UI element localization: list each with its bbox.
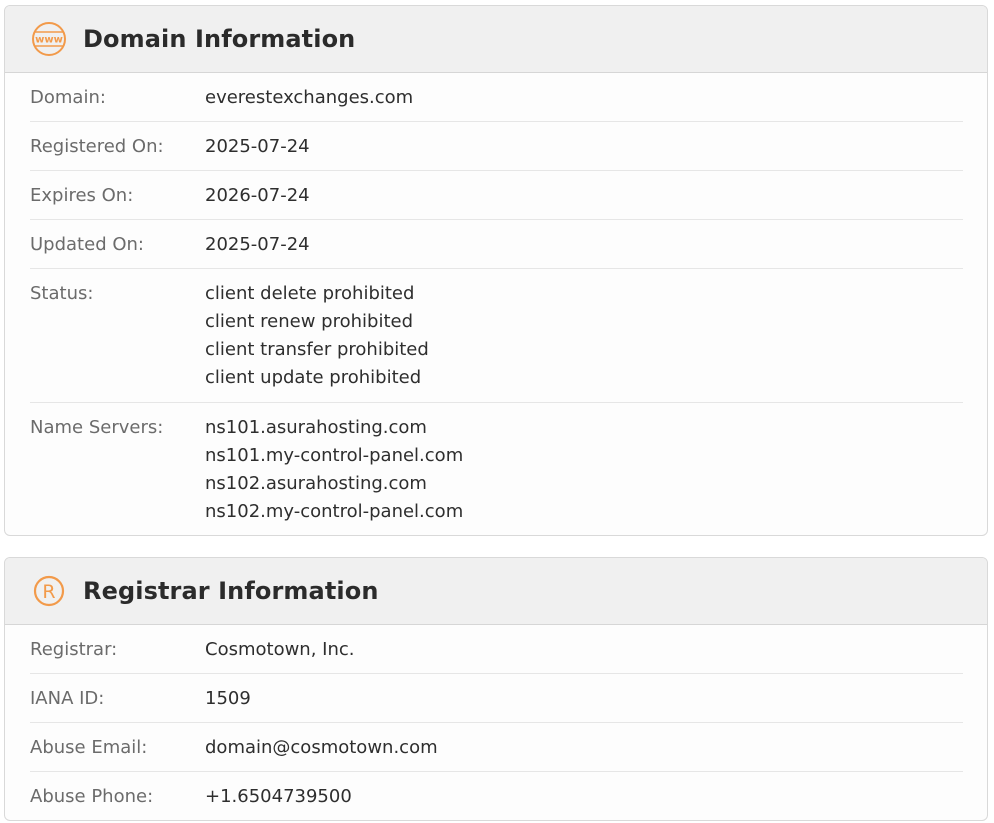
iana-id-row: IANA ID: 1509 [30, 674, 963, 723]
abuse-email-value: domain@cosmotown.com [205, 737, 438, 758]
updated-on-row: Updated On: 2025-07-24 [30, 220, 963, 269]
registrar-label: Registrar: [30, 639, 118, 660]
domain-information-header: www Domain Information [5, 6, 987, 73]
name-server-value: ns102.asurahosting.com [205, 473, 427, 494]
abuse-phone-value: +1.6504739500 [205, 786, 352, 807]
domain-value: everestexchanges.com [205, 87, 414, 108]
status-values: client delete prohibited client renew pr… [205, 280, 429, 402]
status-value: client renew prohibited [205, 311, 414, 332]
status-label: Status: [30, 283, 94, 304]
status-value: client delete prohibited [205, 283, 415, 304]
iana-id-label: IANA ID: [30, 688, 105, 709]
registered-trademark-icon-text: R [42, 581, 55, 603]
domain-information-title: Domain Information [83, 25, 356, 53]
abuse-email-row: Abuse Email: domain@cosmotown.com [30, 723, 963, 772]
registrar-information-header: R Registrar Information [5, 558, 987, 625]
www-icon: www [30, 20, 68, 58]
name-server-value: ns102.my-control-panel.com [205, 501, 464, 522]
status-value: client update prohibited [205, 367, 422, 388]
registered-trademark-icon: R [30, 572, 68, 610]
expires-on-row: Expires On: 2026-07-24 [30, 171, 963, 220]
domain-row: Domain: everestexchanges.com [30, 73, 963, 122]
status-row: Status: client delete prohibited client … [30, 269, 963, 403]
expires-on-label: Expires On: [30, 185, 134, 206]
abuse-email-label: Abuse Email: [30, 737, 148, 758]
name-server-value: ns101.asurahosting.com [205, 417, 427, 438]
abuse-phone-row: Abuse Phone: +1.6504739500 [30, 772, 963, 820]
registered-on-row: Registered On: 2025-07-24 [30, 122, 963, 171]
registrar-row: Registrar: Cosmotown, Inc. [30, 625, 963, 674]
domain-information-card: www Domain Information Domain: everestex… [4, 5, 988, 536]
registered-on-label: Registered On: [30, 136, 164, 157]
domain-label: Domain: [30, 87, 106, 108]
registrar-information-title: Registrar Information [83, 577, 379, 605]
registrar-information-card: R Registrar Information Registrar: Cosmo… [4, 557, 988, 821]
name-servers-row: Name Servers: ns101.asurahosting.com ns1… [30, 403, 963, 526]
expires-on-value: 2026-07-24 [205, 185, 310, 206]
abuse-phone-label: Abuse Phone: [30, 786, 154, 807]
updated-on-label: Updated On: [30, 234, 144, 255]
registrar-value: Cosmotown, Inc. [205, 639, 355, 660]
name-servers-label: Name Servers: [30, 417, 164, 438]
www-icon-text: www [35, 35, 63, 46]
updated-on-value: 2025-07-24 [205, 234, 310, 255]
registered-on-value: 2025-07-24 [205, 136, 310, 157]
status-value: client transfer prohibited [205, 339, 429, 360]
name-server-value: ns101.my-control-panel.com [205, 445, 464, 466]
iana-id-value: 1509 [205, 688, 251, 709]
name-servers-values: ns101.asurahosting.com ns101.my-control-… [205, 414, 463, 526]
